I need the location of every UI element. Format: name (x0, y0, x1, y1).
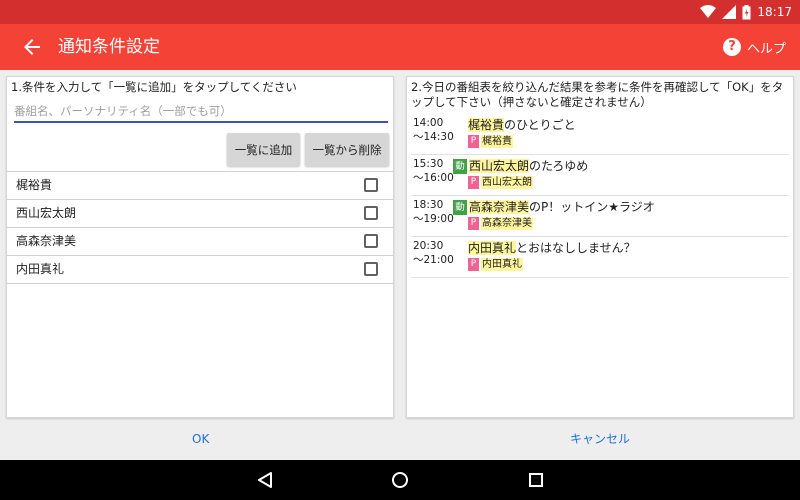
nav-recent-icon[interactable] (528, 472, 544, 488)
right-instruction: 2.今日の番組表を絞り込んだ結果を参考に条件を再確認して「OK」をタップして下さ… (411, 80, 784, 109)
personality-badge: P (468, 217, 479, 230)
status-icons: 18:17 (700, 3, 792, 21)
program-title-highlight: 梶裕貴 (468, 118, 505, 132)
nav-back-icon[interactable] (256, 471, 274, 489)
program-start-time: 15:30 (413, 158, 444, 170)
program-personality: 梶裕貴 (481, 135, 513, 148)
list-item-checkbox[interactable] (364, 234, 378, 248)
program-end-time: 〜14:30 (413, 131, 454, 143)
personality-badge: P (468, 258, 479, 271)
cancel-button[interactable]: キャンセル (570, 430, 630, 448)
app-toolbar: 通知条件設定 ? ヘルプ (0, 24, 800, 70)
program-preview-panel: 2.今日の番組表を絞り込んだ結果を参考に条件を再確認して「OK」をタップして下さ… (406, 76, 794, 418)
help-button[interactable]: ? ヘルプ (722, 35, 786, 59)
back-button[interactable] (20, 35, 44, 59)
status-time: 18:17 (757, 5, 792, 19)
video-badge: 動 (453, 159, 467, 174)
program-row[interactable]: 15:30 〜16:00 動 西山宏太朗のたろゆめ P 西山宏太朗 (411, 155, 789, 196)
program-row[interactable]: 18:30 〜19:00 動 高森奈津美のP！ットイン★ラジオ P 高森奈津美 (411, 196, 789, 237)
list-item[interactable]: 梶裕貴 (7, 172, 393, 200)
program-title: 内田真礼とおはなししません？ (468, 240, 636, 256)
program-title-rest: のひとりごと (504, 118, 576, 132)
program-start-time: 18:30 (413, 199, 444, 211)
personality-badge: P (468, 176, 479, 189)
program-title-rest: のP！ットイン★ラジオ (529, 200, 655, 214)
help-label: ヘルプ (746, 41, 786, 57)
battery-icon (742, 4, 751, 19)
condition-input-panel: 1.条件を入力して「一覧に追加」をタップしてください 一覧に追加 一覧から削除 … (6, 76, 394, 418)
list-item[interactable]: 内田真礼 (7, 256, 393, 284)
list-item-checkbox[interactable] (364, 262, 378, 276)
program-title-rest: とおはなししません？ (516, 241, 636, 255)
program-row[interactable]: 14:00 〜14:30 梶裕貴のひとりごと P 梶裕貴 (411, 114, 789, 155)
wifi-icon (700, 5, 717, 18)
list-item-checkbox[interactable] (364, 206, 378, 220)
program-end-time: 〜16:00 (413, 172, 454, 184)
program-row[interactable]: 20:30 〜21:00 内田真礼とおはなししません？ P 内田真礼 (411, 237, 789, 278)
program-title-highlight: 内田真礼 (468, 241, 517, 255)
program-list: 14:00 〜14:30 梶裕貴のひとりごと P 梶裕貴 15:30 〜16:0… (411, 114, 789, 278)
list-item[interactable]: 西山宏太朗 (7, 200, 393, 228)
personality-badge: P (468, 135, 479, 148)
page-title: 通知条件設定 (58, 37, 160, 57)
status-bar: 18:17 (0, 0, 800, 24)
list-item-name: 高森奈津美 (16, 234, 77, 248)
list-item[interactable]: 高森奈津美 (7, 228, 393, 256)
program-title-highlight: 西山宏太朗 (469, 159, 530, 173)
search-input[interactable] (14, 101, 388, 123)
list-item-name: 梶裕貴 (16, 178, 53, 192)
program-title-highlight: 高森奈津美 (469, 200, 530, 214)
program-personality: 内田真礼 (481, 258, 523, 271)
help-icon: ? (722, 38, 741, 56)
program-personality: 西山宏太朗 (481, 176, 533, 189)
program-title: 高森奈津美のP！ットイン★ラジオ (469, 199, 655, 215)
video-badge: 動 (453, 200, 467, 215)
list-item-name: 西山宏太朗 (16, 206, 77, 220)
remove-from-list-button[interactable]: 一覧から削除 (305, 133, 389, 166)
ok-button[interactable]: OK (192, 430, 209, 448)
list-item-checkbox[interactable] (364, 178, 378, 192)
arrow-back-icon (24, 39, 40, 55)
program-start-time: 20:30 (413, 240, 444, 252)
navigation-bar (0, 460, 800, 500)
program-personality: 高森奈津美 (481, 217, 533, 230)
program-title: 西山宏太朗のたろゆめ (469, 158, 588, 174)
left-instruction: 1.条件を入力して「一覧に追加」をタップしてください (11, 80, 297, 94)
program-title-rest: のたろゆめ (529, 159, 589, 173)
condition-list: 梶裕貴 西山宏太朗 高森奈津美 内田真礼 (7, 171, 393, 284)
program-end-time: 〜21:00 (413, 254, 454, 266)
nav-home-icon[interactable] (391, 471, 409, 489)
list-item-name: 内田真礼 (16, 262, 65, 276)
program-title: 梶裕貴のひとりごと (468, 117, 576, 133)
signal-icon (722, 5, 737, 19)
program-end-time: 〜19:00 (413, 213, 454, 225)
program-start-time: 14:00 (413, 117, 444, 129)
add-to-list-button[interactable]: 一覧に追加 (227, 133, 300, 166)
